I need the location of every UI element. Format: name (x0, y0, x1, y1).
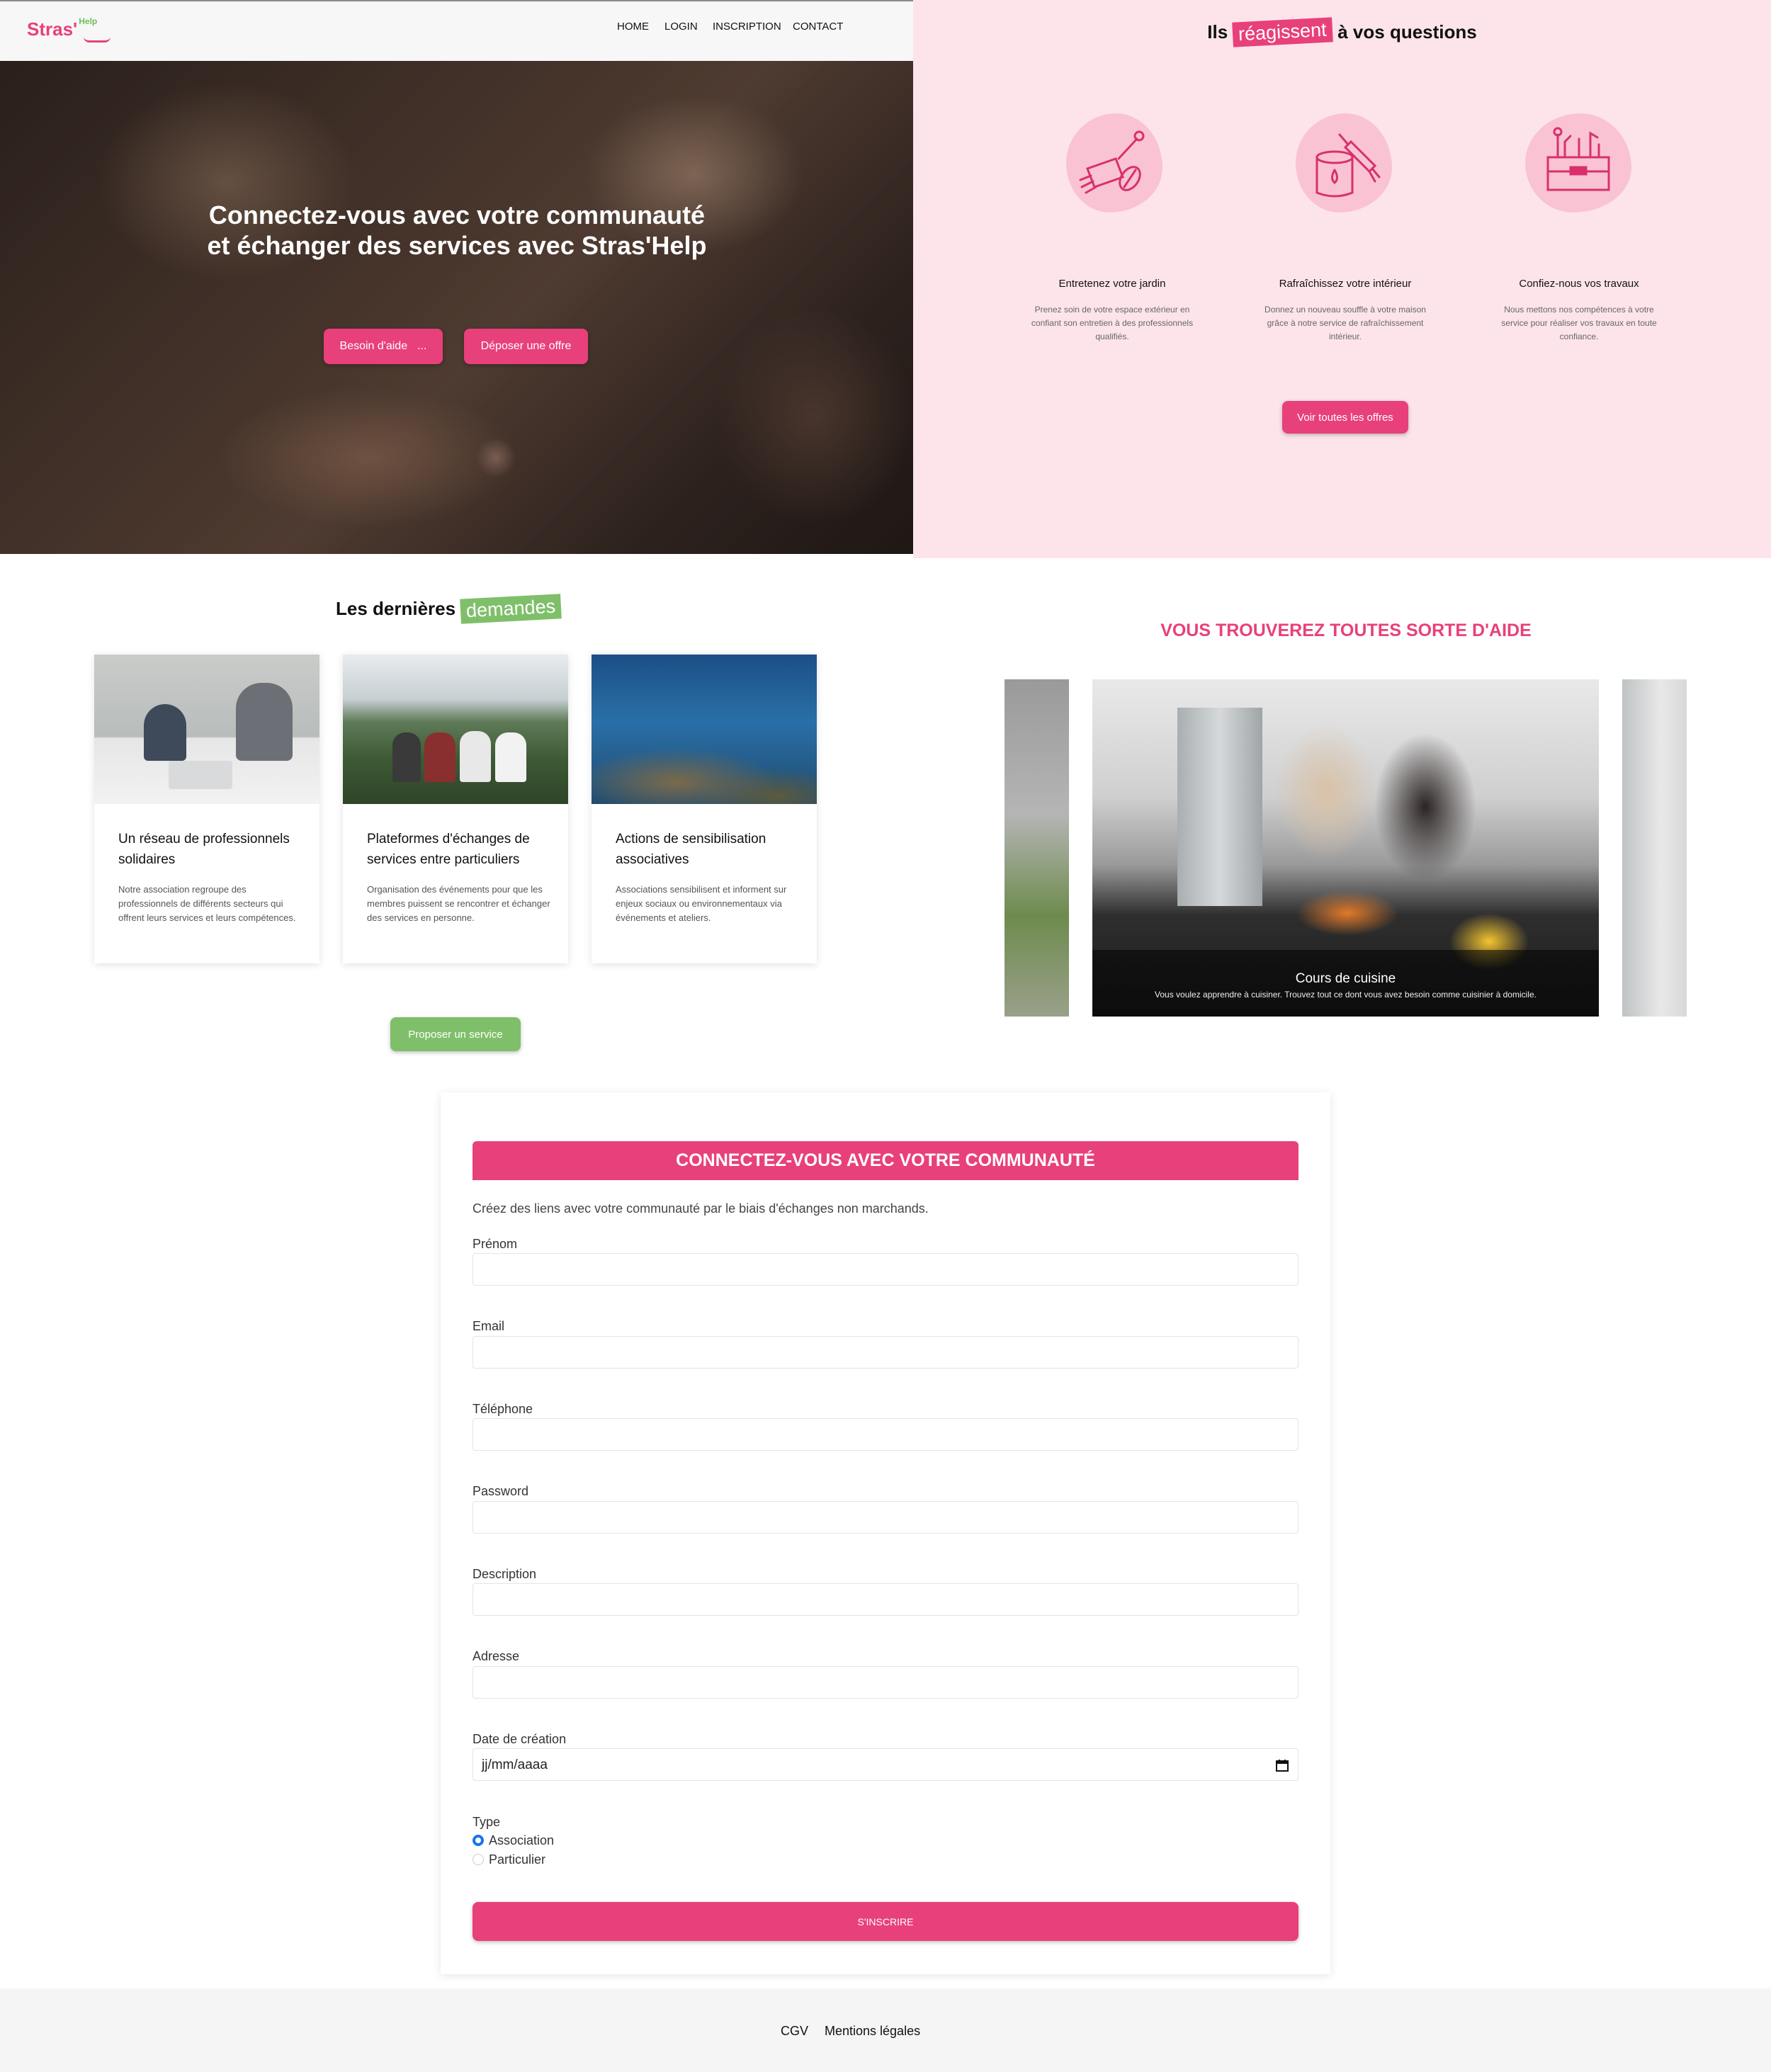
password-input[interactable] (473, 1501, 1298, 1534)
description-input[interactable] (473, 1583, 1298, 1616)
card-title: Un réseau de professionnels solidaires (118, 832, 290, 867)
service-title: Rafraîchissez votre intérieur (1279, 278, 1412, 290)
toolbox-icon (1525, 113, 1631, 213)
carousel-caption: Cours de cuisine Vous voulez apprendre à… (1092, 950, 1599, 1017)
logo-swoosh-icon (84, 37, 111, 43)
logo-sup: Help (79, 16, 98, 27)
need-help-button[interactable]: Besoin d'aide ... (324, 329, 443, 364)
address-label: Adresse (473, 1649, 520, 1663)
garden-icon (1066, 113, 1162, 213)
type-label: Type (473, 1815, 501, 1829)
heading-highlight: réagissent (1232, 17, 1333, 47)
footer-legal-link[interactable]: Mentions légales (825, 2024, 920, 2039)
particulier-label[interactable]: Particulier (489, 1852, 545, 1867)
card-image-hills (343, 655, 568, 804)
nav-contact[interactable]: CONTACT (793, 21, 843, 33)
signup-submit-button[interactable]: S'INSCRIRE (473, 1902, 1298, 1941)
date-label: Date de création (473, 1732, 567, 1746)
need-help-label: Besoin d'aide (339, 340, 408, 352)
nav-home[interactable]: HOME (617, 21, 649, 33)
service-title: Confiez-nous vos travaux (1519, 278, 1639, 290)
logo-text: Stras' (27, 18, 78, 40)
description-label: Description (473, 1567, 537, 1581)
carousel-active-slide[interactable]: Cours de cuisine Vous voulez apprendre à… (1092, 679, 1599, 1017)
date-input[interactable]: jj/mm/aaaa (473, 1748, 1298, 1781)
signup-intro: Créez des liens avec votre communauté pa… (473, 1201, 929, 1216)
card-image-reef (592, 655, 817, 804)
card-text: Associations sensibilisent et informent … (616, 884, 787, 923)
service-text: Prenez soin de votre espace extérieur en… (1031, 305, 1194, 341)
view-all-offers-button[interactable]: Voir toutes les offres (1282, 401, 1408, 434)
email-input[interactable] (473, 1336, 1298, 1369)
service-text: Nous mettons nos compétences à votre ser… (1501, 305, 1657, 341)
phone-label: Téléphone (473, 1402, 533, 1416)
email-label: Email (473, 1319, 505, 1333)
password-label: Password (473, 1484, 529, 1498)
carousel-prev-slide[interactable] (1005, 679, 1069, 1017)
caption-title: Cours de cuisine (1295, 971, 1396, 986)
more-dots-icon: ... (417, 340, 427, 352)
association-label[interactable]: Association (489, 1833, 554, 1848)
top-navbar: Stras' Help HOME LOGIN INSCRIPTION CONTAC… (0, 0, 913, 61)
propose-service-button[interactable]: Proposer un service (390, 1017, 521, 1051)
nav-inscription[interactable]: INSCRIPTION (713, 21, 781, 33)
firstname-input[interactable] (473, 1253, 1298, 1286)
association-radio[interactable] (473, 1835, 484, 1846)
nav-login[interactable]: LOGIN (664, 21, 698, 33)
post-offer-button[interactable]: Déposer une offre (464, 329, 588, 364)
card-image-office (94, 655, 319, 804)
card-text: Notre association regroupe des professio… (118, 884, 296, 923)
request-card[interactable]: Plateformes d'échanges de services entre… (343, 655, 568, 963)
hero-banner: Connectez-vous avec votre communauté et … (0, 61, 913, 554)
card-text: Organisation des événements pour que les… (367, 884, 550, 923)
services-section: Ils réagissent à vos questions Entretene… (913, 0, 1771, 558)
signup-header: CONNECTEZ-VOUS AVEC VOTRE COMMUNAUTÉ (473, 1141, 1298, 1180)
service-title: Entretenez votre jardin (1058, 278, 1166, 290)
hero-title: Connectez-vous avec votre communauté et … (207, 200, 707, 260)
carousel-next-slide[interactable] (1622, 679, 1687, 1017)
footer-cgv-link[interactable]: CGV (781, 2024, 808, 2039)
particulier-radio[interactable] (473, 1854, 484, 1865)
calendar-icon[interactable] (1276, 1759, 1289, 1772)
address-input[interactable] (473, 1666, 1298, 1699)
firstname-label: Prénom (473, 1237, 518, 1251)
heading-highlight: demandes (460, 594, 562, 624)
paint-icon (1296, 113, 1392, 213)
request-card[interactable]: Un réseau de professionnels solidaires N… (94, 655, 319, 963)
card-title: Actions de sensibilisation associatives (616, 832, 766, 867)
services-heading: Ils réagissent à vos questions (913, 17, 1771, 47)
date-placeholder: jj/mm/aaaa (482, 1757, 548, 1772)
logo[interactable]: Stras' Help (27, 16, 111, 43)
fridge-shape (1177, 708, 1262, 906)
service-text: Donnez un nouveau souffle à votre maison… (1264, 305, 1426, 341)
card-title: Plateformes d'échanges de services entre… (367, 832, 530, 867)
phone-input[interactable] (473, 1418, 1298, 1451)
requests-heading: Les dernières demandes (336, 594, 562, 624)
caption-text: Vous voulez apprendre à cuisiner. Trouve… (1155, 990, 1537, 1000)
hero-overlay (0, 61, 913, 554)
request-card[interactable]: Actions de sensibilisation associatives … (592, 655, 817, 963)
carousel-title: VOUS TROUVEREZ TOUTES SORTE D'AIDE (1160, 621, 1532, 640)
